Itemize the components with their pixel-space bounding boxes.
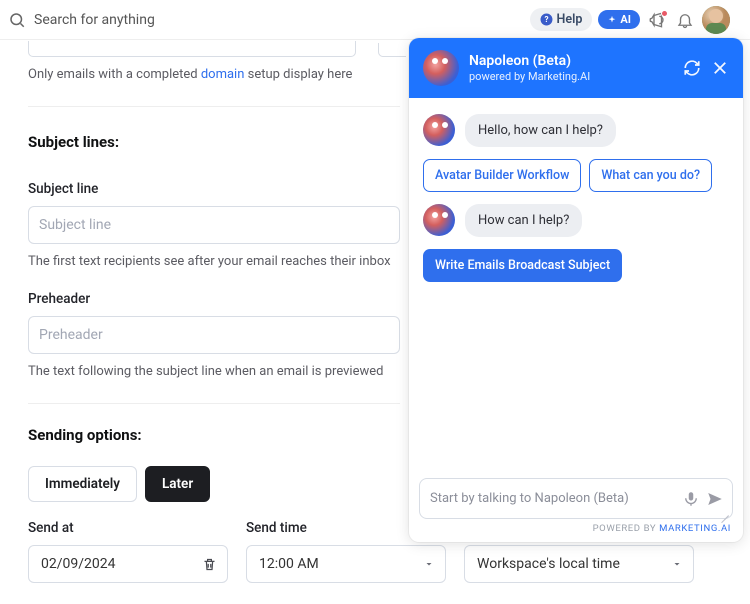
chevron-down-icon <box>423 558 435 570</box>
chat-input[interactable] <box>428 485 676 512</box>
chat-header: Napoleon (Beta) powered by Marketing.AI <box>409 38 743 98</box>
section-divider <box>28 106 400 107</box>
chat-message: How can I help? <box>423 204 729 237</box>
ai-pill[interactable]: AI <box>598 10 640 29</box>
from-email-input-truncated[interactable] <box>28 41 356 57</box>
resize-grip[interactable] <box>721 508 729 516</box>
help-button[interactable]: ? Help <box>530 8 593 31</box>
help-label: Help <box>557 12 583 27</box>
suggestion-chip-avatar-builder[interactable]: Avatar Builder Workflow <box>423 159 581 192</box>
svg-text:?: ? <box>544 14 548 24</box>
global-search[interactable]: Search for anything <box>8 11 524 29</box>
send-later-button[interactable]: Later <box>145 466 210 502</box>
refresh-icon[interactable] <box>683 59 701 77</box>
from-name-input-truncated[interactable] <box>378 43 406 57</box>
chat-subtitle: powered by Marketing.AI <box>469 70 590 83</box>
close-icon[interactable] <box>711 59 729 77</box>
chevron-down-icon <box>671 558 683 570</box>
chat-suggestions: Avatar Builder Workflow What can you do? <box>423 159 729 192</box>
announcement-button[interactable] <box>646 9 668 31</box>
timezone-select[interactable]: Workspace's local time <box>464 545 694 583</box>
chat-bot-avatar <box>423 50 459 86</box>
search-placeholder-text: Search for anything <box>34 12 155 28</box>
chat-bubble: How can I help? <box>465 204 582 237</box>
send-immediately-button[interactable]: Immediately <box>28 466 137 502</box>
sparkle-icon <box>607 15 617 25</box>
send-time-select[interactable]: 12:00 AM <box>246 545 446 583</box>
notification-dot <box>661 10 668 17</box>
send-at-input[interactable]: 02/09/2024 <box>28 545 228 583</box>
timezone-value: Workspace's local time <box>477 556 620 572</box>
subject-line-input[interactable] <box>28 206 400 244</box>
chat-actions: Write Emails Broadcast Subject <box>423 249 729 282</box>
from-email-helper: Only emails with a completed domain setu… <box>28 66 358 84</box>
ai-chat-panel: Napoleon (Beta) powered by Marketing.AI … <box>409 38 743 542</box>
bell-icon <box>676 11 694 29</box>
action-chip-write-subject[interactable]: Write Emails Broadcast Subject <box>423 249 622 282</box>
chat-bubble: Hello, how can I help? <box>465 114 616 147</box>
notifications-button[interactable] <box>674 9 696 31</box>
domain-link[interactable]: domain <box>201 67 245 82</box>
ai-label: AI <box>620 13 631 26</box>
user-avatar[interactable] <box>702 6 730 34</box>
section-divider-2 <box>28 403 400 404</box>
chat-message: Hello, how can I help? <box>423 114 729 147</box>
send-icon[interactable] <box>706 490 724 508</box>
chat-title: Napoleon (Beta) <box>469 53 590 70</box>
preheader-input[interactable] <box>28 316 400 354</box>
chat-footer: POWERED BY MARKETING.AI <box>409 523 743 542</box>
chat-footer-brand[interactable]: MARKETING.AI <box>659 523 731 534</box>
topbar: Search for anything ? Help AI <box>0 0 750 40</box>
help-icon: ? <box>540 13 553 26</box>
microphone-icon[interactable] <box>682 490 700 508</box>
send-at-label: Send at <box>28 520 228 536</box>
chat-bot-avatar <box>423 204 455 236</box>
trash-icon[interactable] <box>202 557 217 572</box>
search-icon <box>8 11 26 29</box>
send-time-value: 12:00 AM <box>259 556 319 572</box>
chat-input-row <box>419 478 733 519</box>
chat-bot-avatar <box>423 114 455 146</box>
send-at-value: 02/09/2024 <box>41 556 116 572</box>
chat-body: Hello, how can I help? Avatar Builder Wo… <box>409 98 743 478</box>
suggestion-chip-what-can-you-do[interactable]: What can you do? <box>589 159 712 192</box>
